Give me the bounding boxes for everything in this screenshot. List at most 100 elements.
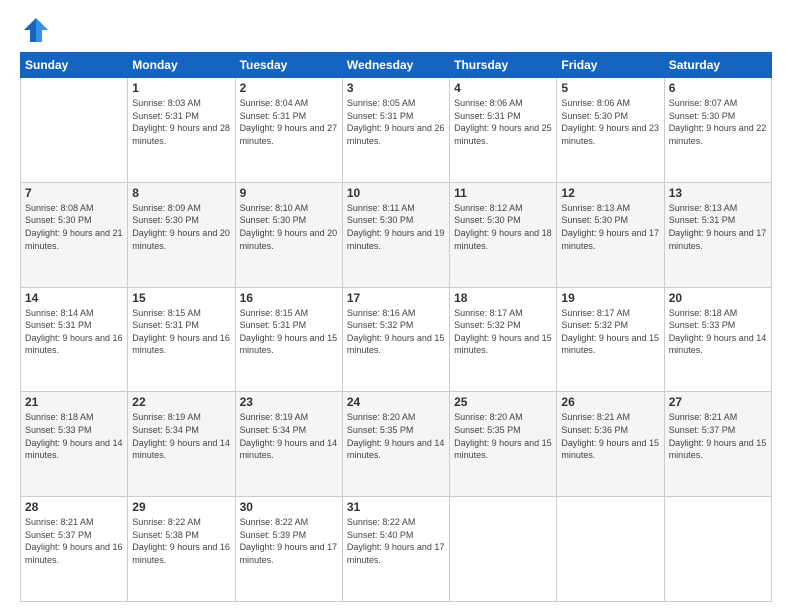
calendar-table: SundayMondayTuesdayWednesdayThursdayFrid…	[20, 52, 772, 602]
day-number: 31	[347, 500, 445, 514]
day-cell	[664, 497, 771, 602]
day-number: 5	[561, 81, 659, 95]
day-cell: 27Sunrise: 8:21 AM Sunset: 5:37 PM Dayli…	[664, 392, 771, 497]
weekday-monday: Monday	[128, 53, 235, 78]
day-number: 22	[132, 395, 230, 409]
day-number: 16	[240, 291, 338, 305]
day-number: 2	[240, 81, 338, 95]
day-cell: 7 Sunrise: 8:08 AM Sunset: 5:30 PM Daylig…	[21, 182, 128, 287]
weekday-header-row: SundayMondayTuesdayWednesdayThursdayFrid…	[21, 53, 772, 78]
day-info: Sunrise: 8:08 AM Sunset: 5:30 PM Dayligh…	[25, 202, 123, 252]
day-number: 26	[561, 395, 659, 409]
day-cell: 26 Sunrise: 8:21 AM Sunset: 5:36 PM Dayli…	[557, 392, 664, 497]
day-number: 25	[454, 395, 552, 409]
day-info: Sunrise: 8:22 AM Sunset: 5:40 PM Dayligh…	[347, 516, 445, 566]
day-info: Sunrise: 8:22 AM Sunset: 5:39 PM Dayligh…	[240, 516, 338, 566]
day-number: 15	[132, 291, 230, 305]
day-number: 29	[132, 500, 230, 514]
day-info: Sunrise: 8:20 AM Sunset: 5:35 PM Dayligh…	[347, 411, 445, 461]
day-info: Sunrise: 8:20 AM Sunset: 5:35 PM Dayligh…	[454, 411, 552, 461]
day-info: Sunrise: 8:22 AM Sunset: 5:38 PM Dayligh…	[132, 516, 230, 566]
day-info: Sunrise: 8:17 AM Sunset: 5:32 PM Dayligh…	[454, 307, 552, 357]
day-info: Sunrise: 8:06 AM Sunset: 5:31 PM Dayligh…	[454, 97, 552, 147]
weekday-thursday: Thursday	[450, 53, 557, 78]
day-number: 11	[454, 186, 552, 200]
day-info: Sunrise: 8:18 AM Sunset: 5:33 PM Dayligh…	[25, 411, 123, 461]
day-cell: 1 Sunrise: 8:03 AM Sunset: 5:31 PM Daylig…	[128, 78, 235, 183]
day-cell: 2 Sunrise: 8:04 AM Sunset: 5:31 PM Daylig…	[235, 78, 342, 183]
day-cell: 5 Sunrise: 8:06 AM Sunset: 5:30 PM Daylig…	[557, 78, 664, 183]
day-number: 21	[25, 395, 123, 409]
weekday-wednesday: Wednesday	[342, 53, 449, 78]
day-number: 24	[347, 395, 445, 409]
day-cell: 31 Sunrise: 8:22 AM Sunset: 5:40 PM Dayli…	[342, 497, 449, 602]
day-info: Sunrise: 8:19 AM Sunset: 5:34 PM Dayligh…	[132, 411, 230, 461]
day-number: 30	[240, 500, 338, 514]
day-info: Sunrise: 8:04 AM Sunset: 5:31 PM Dayligh…	[240, 97, 338, 147]
day-cell: 20 Sunrise: 8:18 AM Sunset: 5:33 PM Dayli…	[664, 287, 771, 392]
day-cell: 18 Sunrise: 8:17 AM Sunset: 5:32 PM Dayli…	[450, 287, 557, 392]
day-cell: 28Sunrise: 8:21 AM Sunset: 5:37 PM Dayli…	[21, 497, 128, 602]
day-number: 9	[240, 186, 338, 200]
day-number: 8	[132, 186, 230, 200]
day-info: Sunrise: 8:03 AM Sunset: 5:31 PM Dayligh…	[132, 97, 230, 147]
day-number: 28	[25, 500, 123, 514]
day-cell: 12 Sunrise: 8:13 AM Sunset: 5:30 PM Dayli…	[557, 182, 664, 287]
day-cell: 14Sunrise: 8:14 AM Sunset: 5:31 PM Dayli…	[21, 287, 128, 392]
day-cell: 11Sunrise: 8:12 AM Sunset: 5:30 PM Dayli…	[450, 182, 557, 287]
day-cell: 23Sunrise: 8:19 AM Sunset: 5:34 PM Dayli…	[235, 392, 342, 497]
day-number: 14	[25, 291, 123, 305]
day-number: 18	[454, 291, 552, 305]
day-cell: 19 Sunrise: 8:17 AM Sunset: 5:32 PM Dayli…	[557, 287, 664, 392]
day-number: 19	[561, 291, 659, 305]
day-number: 17	[347, 291, 445, 305]
day-cell: 6 Sunrise: 8:07 AM Sunset: 5:30 PM Daylig…	[664, 78, 771, 183]
day-number: 4	[454, 81, 552, 95]
day-number: 12	[561, 186, 659, 200]
day-cell: 24 Sunrise: 8:20 AM Sunset: 5:35 PM Dayli…	[342, 392, 449, 497]
day-info: Sunrise: 8:16 AM Sunset: 5:32 PM Dayligh…	[347, 307, 445, 357]
day-cell: 30 Sunrise: 8:22 AM Sunset: 5:39 PM Dayli…	[235, 497, 342, 602]
day-info: Sunrise: 8:17 AM Sunset: 5:32 PM Dayligh…	[561, 307, 659, 357]
page: SundayMondayTuesdayWednesdayThursdayFrid…	[0, 0, 792, 612]
day-cell: 4 Sunrise: 8:06 AM Sunset: 5:31 PM Daylig…	[450, 78, 557, 183]
day-info: Sunrise: 8:13 AM Sunset: 5:30 PM Dayligh…	[561, 202, 659, 252]
week-row-2: 14Sunrise: 8:14 AM Sunset: 5:31 PM Dayli…	[21, 287, 772, 392]
day-number: 6	[669, 81, 767, 95]
day-info: Sunrise: 8:10 AM Sunset: 5:30 PM Dayligh…	[240, 202, 338, 252]
day-number: 7	[25, 186, 123, 200]
day-number: 1	[132, 81, 230, 95]
day-cell	[450, 497, 557, 602]
day-info: Sunrise: 8:21 AM Sunset: 5:36 PM Dayligh…	[561, 411, 659, 461]
day-info: Sunrise: 8:15 AM Sunset: 5:31 PM Dayligh…	[132, 307, 230, 357]
weekday-saturday: Saturday	[664, 53, 771, 78]
day-cell: 3 Sunrise: 8:05 AM Sunset: 5:31 PM Daylig…	[342, 78, 449, 183]
day-info: Sunrise: 8:15 AM Sunset: 5:31 PM Dayligh…	[240, 307, 338, 357]
day-number: 3	[347, 81, 445, 95]
day-info: Sunrise: 8:13 AM Sunset: 5:31 PM Dayligh…	[669, 202, 767, 252]
day-cell	[557, 497, 664, 602]
day-cell: 13 Sunrise: 8:13 AM Sunset: 5:31 PM Dayli…	[664, 182, 771, 287]
day-cell: 9 Sunrise: 8:10 AM Sunset: 5:30 PM Daylig…	[235, 182, 342, 287]
day-info: Sunrise: 8:11 AM Sunset: 5:30 PM Dayligh…	[347, 202, 445, 252]
day-info: Sunrise: 8:07 AM Sunset: 5:30 PM Dayligh…	[669, 97, 767, 147]
day-number: 20	[669, 291, 767, 305]
week-row-4: 28Sunrise: 8:21 AM Sunset: 5:37 PM Dayli…	[21, 497, 772, 602]
day-info: Sunrise: 8:18 AM Sunset: 5:33 PM Dayligh…	[669, 307, 767, 357]
day-cell: 17 Sunrise: 8:16 AM Sunset: 5:32 PM Dayli…	[342, 287, 449, 392]
day-number: 23	[240, 395, 338, 409]
week-row-1: 7 Sunrise: 8:08 AM Sunset: 5:30 PM Daylig…	[21, 182, 772, 287]
day-cell: 25 Sunrise: 8:20 AM Sunset: 5:35 PM Dayli…	[450, 392, 557, 497]
day-number: 13	[669, 186, 767, 200]
day-info: Sunrise: 8:06 AM Sunset: 5:30 PM Dayligh…	[561, 97, 659, 147]
week-row-0: 1 Sunrise: 8:03 AM Sunset: 5:31 PM Daylig…	[21, 78, 772, 183]
header	[20, 16, 772, 44]
weekday-sunday: Sunday	[21, 53, 128, 78]
day-cell: 29 Sunrise: 8:22 AM Sunset: 5:38 PM Dayli…	[128, 497, 235, 602]
day-number: 10	[347, 186, 445, 200]
day-number: 27	[669, 395, 767, 409]
day-cell: 8 Sunrise: 8:09 AM Sunset: 5:30 PM Daylig…	[128, 182, 235, 287]
day-info: Sunrise: 8:09 AM Sunset: 5:30 PM Dayligh…	[132, 202, 230, 252]
day-info: Sunrise: 8:05 AM Sunset: 5:31 PM Dayligh…	[347, 97, 445, 147]
week-row-3: 21 Sunrise: 8:18 AM Sunset: 5:33 PM Dayli…	[21, 392, 772, 497]
